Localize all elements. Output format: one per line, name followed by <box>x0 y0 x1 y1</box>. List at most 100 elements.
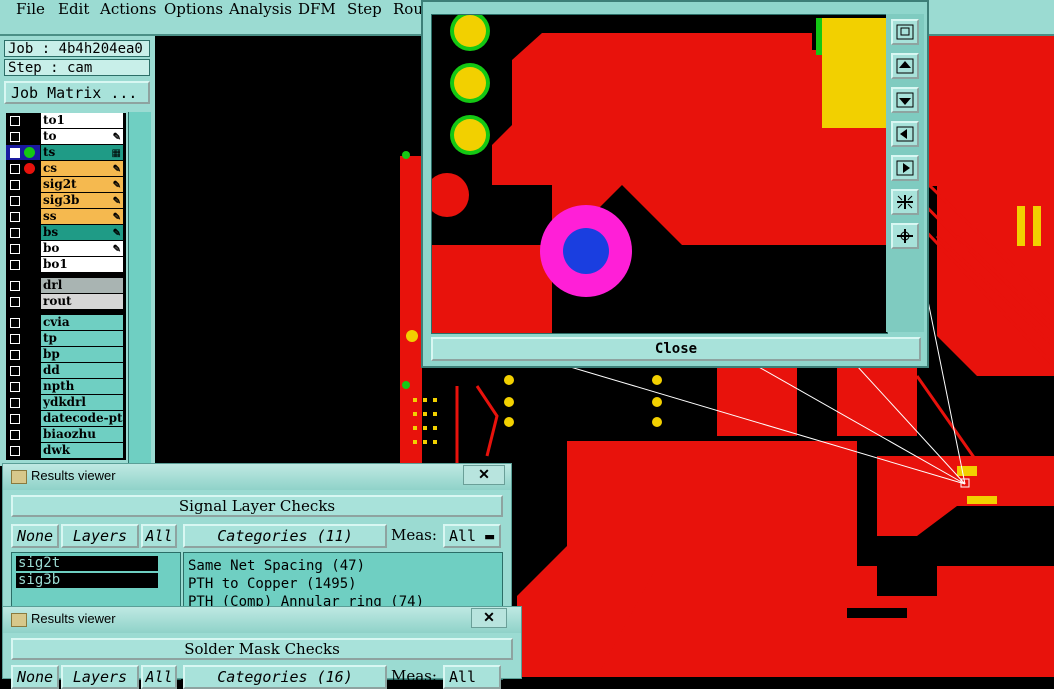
layer-row-ts[interactable]: ts ▦ <box>6 145 123 160</box>
layer-row-npth[interactable]: npth <box>6 379 126 394</box>
layer-checkbox[interactable] <box>10 212 20 222</box>
fit-window-icon[interactable] <box>891 19 919 45</box>
list-item[interactable]: sig3b <box>16 573 158 588</box>
meas-select[interactable]: All ▬ <box>443 524 501 548</box>
menu-step[interactable]: Step <box>345 0 384 18</box>
layer-row-bo[interactable]: bo ✎ <box>6 241 126 256</box>
layer-checkbox[interactable] <box>10 180 20 190</box>
menu-options[interactable]: Options <box>162 0 225 18</box>
layer-name: npth <box>41 379 123 394</box>
layer-checkbox[interactable] <box>10 430 20 440</box>
none-button[interactable]: None <box>11 665 59 689</box>
list-item[interactable]: Same Net Spacing (47) <box>188 558 365 574</box>
close-button[interactable]: Close <box>431 337 921 361</box>
zoom-in-icon[interactable] <box>891 189 919 215</box>
layer-label: npth <box>43 379 75 393</box>
layer-row-cvia[interactable]: cvia <box>6 315 126 330</box>
layer-checkbox[interactable] <box>10 164 20 174</box>
menu-file[interactable]: File <box>14 0 47 18</box>
layer-row-sig2t[interactable]: sig2t ✎ <box>6 177 126 192</box>
layer-row-dwk[interactable]: dwk <box>6 443 126 458</box>
window-title: Results viewer <box>3 464 511 490</box>
layer-checkbox[interactable] <box>10 350 20 360</box>
categories-button[interactable]: Categories (16) <box>183 665 387 689</box>
layer-checkbox[interactable] <box>10 228 20 238</box>
layer-name: datecode-ptc <box>41 411 123 426</box>
layer-checkbox[interactable] <box>10 446 20 456</box>
layer-label: to <box>43 129 57 143</box>
layer-name: sig2t ✎ <box>41 177 123 192</box>
layer-label: drl <box>43 278 63 292</box>
list-item[interactable]: PTH to Copper (1495) <box>188 576 357 592</box>
all-button[interactable]: All <box>141 665 177 689</box>
layer-checkbox[interactable] <box>10 116 20 126</box>
list-item[interactable]: sig2t <box>16 556 158 571</box>
categories-button[interactable]: Categories (11) <box>183 524 387 548</box>
layer-edit-icon: ✎ <box>112 212 121 223</box>
layer-checkbox[interactable] <box>10 281 20 291</box>
layer-row-drl[interactable]: drl <box>6 278 126 293</box>
layer-checkbox[interactable] <box>10 366 20 376</box>
layer-row-datecode-ptc[interactable]: datecode-ptc <box>6 411 126 426</box>
layer-row-ydkdrl[interactable]: ydkdrl <box>6 395 126 410</box>
checks-header: Signal Layer Checks <box>11 495 503 517</box>
layer-row-bs[interactable]: bs ✎ <box>6 225 126 240</box>
layers-button[interactable]: Layers <box>61 665 139 689</box>
layer-checkbox[interactable] <box>10 196 20 206</box>
layer-checkbox[interactable] <box>10 318 20 328</box>
layer-row-bp[interactable]: bp <box>6 347 126 362</box>
layer-checkbox[interactable] <box>10 382 20 392</box>
layer-checkbox[interactable] <box>10 414 20 424</box>
layer-edit-icon: ✎ <box>112 132 121 143</box>
layer-row-ss[interactable]: ss ✎ <box>6 209 126 224</box>
menu-edit[interactable]: Edit <box>56 0 91 18</box>
none-button[interactable]: None <box>11 524 59 548</box>
layer-row-dd[interactable]: dd <box>6 363 126 378</box>
step-name-field[interactable]: Step : cam <box>4 59 150 76</box>
window-close-button[interactable]: ✕ <box>463 465 505 485</box>
layer-list-scrollbar[interactable] <box>128 112 151 464</box>
pan-right-icon[interactable] <box>891 155 919 181</box>
layer-checkbox[interactable] <box>10 132 20 142</box>
menu-dfm[interactable]: DFM <box>296 0 338 18</box>
layer-checkbox[interactable] <box>10 398 20 408</box>
meas-select[interactable]: All <box>443 665 501 689</box>
layer-row-rout[interactable]: rout <box>6 294 126 309</box>
job-panel: Job : 4b4h204ea0 Step : cam Job Matrix .… <box>0 36 155 466</box>
layer-checkbox[interactable] <box>10 297 20 307</box>
layer-name: drl <box>41 278 123 293</box>
layer-label: dd <box>43 363 60 377</box>
layer-row-bo1[interactable]: bo1 <box>6 257 126 272</box>
layer-checkbox[interactable] <box>10 244 20 254</box>
zoom-view[interactable] <box>431 14 888 334</box>
layer-name: ss ✎ <box>41 209 123 224</box>
menu-analysis[interactable]: Analysis <box>227 0 294 18</box>
meas-label: Meas: <box>391 667 437 685</box>
pan-up-icon[interactable] <box>891 53 919 79</box>
layer-row-sig3b[interactable]: sig3b ✎ <box>6 193 126 208</box>
layer-row-to1[interactable]: to1 <box>6 113 126 128</box>
layer-row-biaozhu[interactable]: biaozhu <box>6 427 126 442</box>
layer-label: cs <box>43 161 58 175</box>
layers-button[interactable]: Layers <box>61 524 139 548</box>
job-matrix-button[interactable]: Job Matrix ... <box>4 81 150 104</box>
layer-name: bo1 <box>41 257 123 272</box>
layer-checkbox[interactable] <box>10 334 20 344</box>
layer-row-tp[interactable]: tp <box>6 331 126 346</box>
layer-name: ydkdrl <box>41 395 123 410</box>
all-button[interactable]: All <box>141 524 177 548</box>
layer-label: ydkdrl <box>43 395 86 409</box>
zoom-out-icon[interactable] <box>891 223 919 249</box>
pan-left-icon[interactable] <box>891 121 919 147</box>
window-close-button[interactable]: ✕ <box>471 608 507 628</box>
layer-checkbox[interactable] <box>10 148 20 158</box>
zoom-toolbar <box>886 14 924 332</box>
job-name-field: Job : 4b4h204ea0 <box>4 40 150 57</box>
pan-down-icon[interactable] <box>891 87 919 113</box>
menu-actions[interactable]: Actions <box>98 0 158 18</box>
layer-name: bp <box>41 347 123 362</box>
layer-label: sig3b <box>43 193 80 207</box>
layer-row-cs[interactable]: cs ✎ <box>6 161 126 176</box>
layer-checkbox[interactable] <box>10 260 20 270</box>
layer-row-to[interactable]: to ✎ <box>6 129 126 144</box>
